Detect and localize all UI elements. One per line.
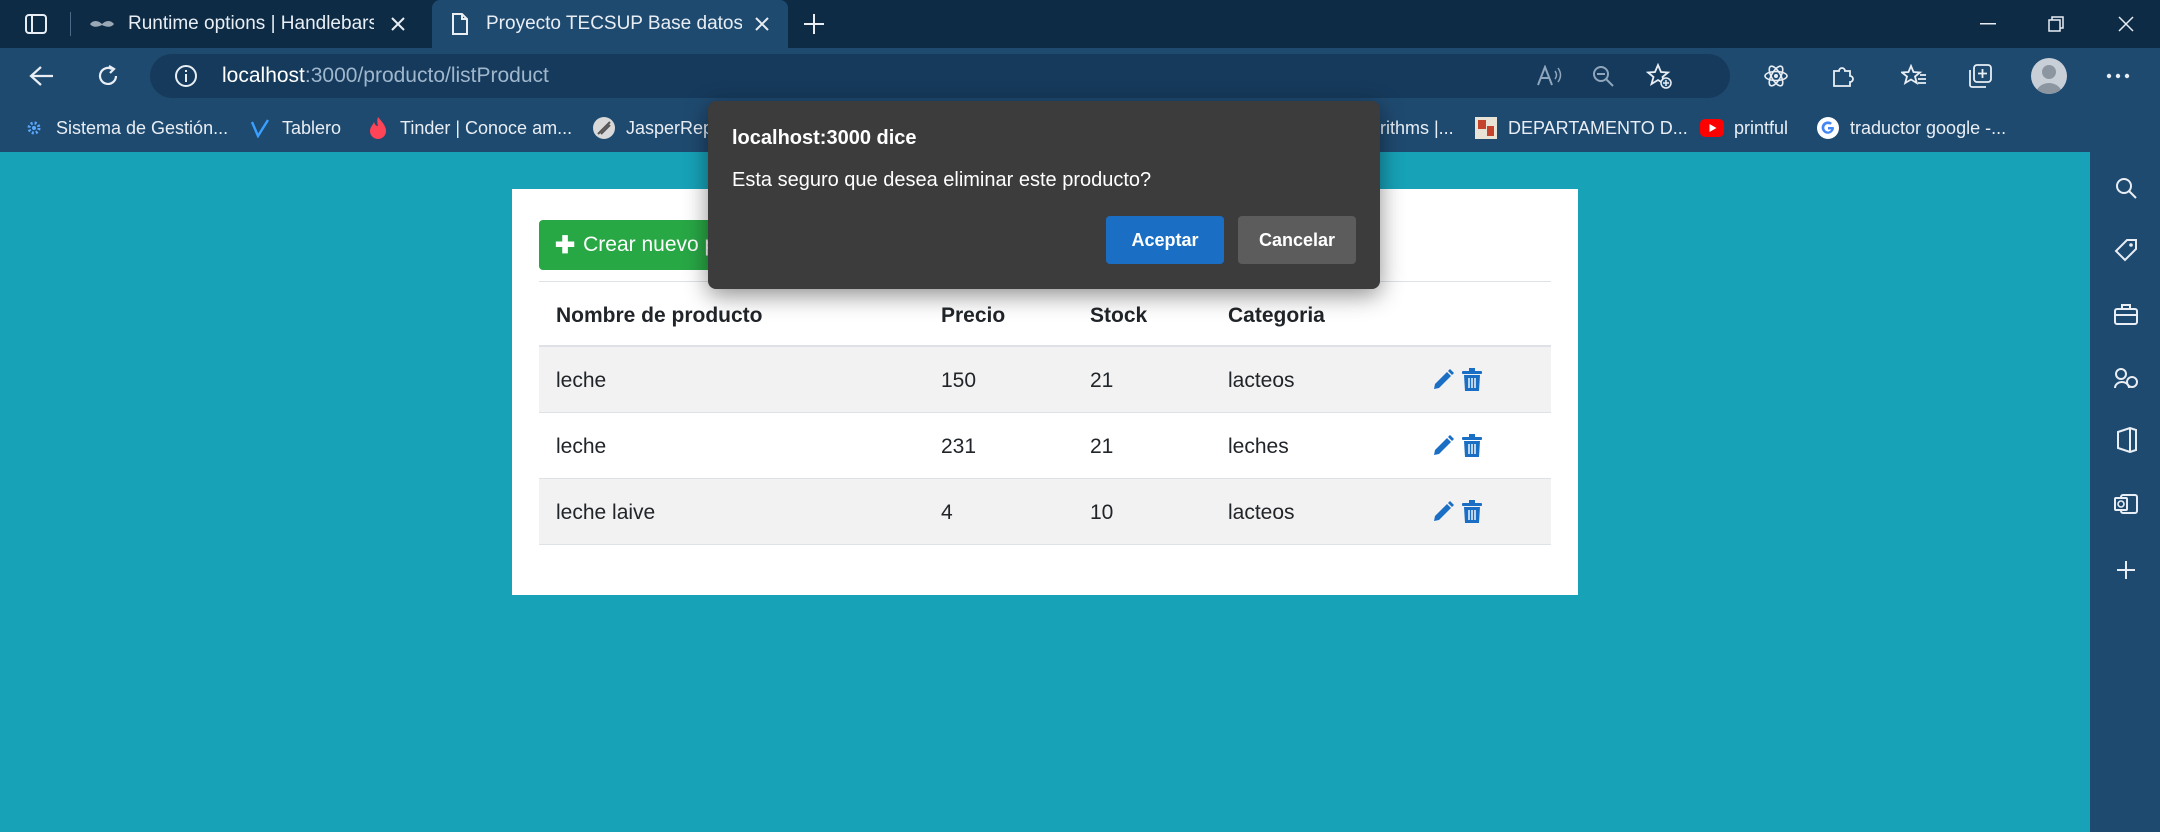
handlebars-mustache-icon bbox=[88, 18, 116, 30]
edit-pencil-icon[interactable] bbox=[1430, 367, 1456, 393]
google-icon bbox=[1816, 116, 1840, 140]
column-header-stock: Stock bbox=[1090, 304, 1148, 327]
office-icon[interactable] bbox=[2110, 424, 2142, 456]
tab-proyecto-tecsup[interactable]: Proyecto TECSUP Base datos ava bbox=[432, 0, 788, 48]
bookmark-label: rithms |... bbox=[1380, 117, 1454, 138]
games-icon[interactable] bbox=[2110, 362, 2142, 394]
dialog-title: localhost:3000 dice bbox=[732, 127, 917, 149]
close-icon[interactable] bbox=[750, 12, 774, 36]
table-row: leche 231 21 leches bbox=[539, 413, 1551, 479]
bookmark-item[interactable]: printful bbox=[1700, 114, 1788, 142]
url-path: :3000/producto/listProduct bbox=[304, 64, 549, 87]
title-bar: Runtime options | Handlebars Proyecto TE… bbox=[0, 0, 2160, 48]
column-header-category: Categoria bbox=[1228, 304, 1325, 327]
create-product-label: Crear nuevo p bbox=[583, 233, 717, 256]
close-window-icon[interactable] bbox=[2092, 0, 2160, 48]
bookmark-item[interactable]: Tablero bbox=[248, 114, 341, 142]
site-info-icon[interactable] bbox=[174, 64, 198, 88]
cell-stock: 21 bbox=[1090, 435, 1114, 458]
cell-category: lacteos bbox=[1228, 501, 1295, 524]
cell-name: leche bbox=[556, 435, 607, 458]
bookmark-label: JasperRep bbox=[626, 117, 714, 138]
vimeo-v-icon bbox=[248, 116, 272, 140]
cell-category: leches bbox=[1228, 435, 1289, 458]
extensions-icon[interactable] bbox=[1822, 58, 1862, 94]
jasper-icon bbox=[592, 116, 616, 140]
column-header-price: Precio bbox=[941, 304, 1006, 327]
dialog-message: Esta seguro que desea eliminar este prod… bbox=[732, 169, 1152, 191]
plus-icon: ✚ bbox=[555, 231, 576, 259]
bookmark-label: printful bbox=[1734, 117, 1789, 138]
read-aloud-icon[interactable] bbox=[1534, 62, 1564, 90]
bookmark-label: traductor google -... bbox=[1850, 117, 2007, 138]
toolbar: localhost:3000/producto/listProduct bbox=[0, 48, 2160, 104]
collections-icon[interactable] bbox=[1960, 58, 2000, 94]
edit-pencil-icon[interactable] bbox=[1430, 499, 1456, 525]
cell-category: lacteos bbox=[1228, 369, 1295, 392]
tab-title: Proyecto TECSUP Base datos ava bbox=[486, 13, 742, 34]
more-menu-icon[interactable] bbox=[2098, 58, 2138, 94]
react-devtools-icon[interactable] bbox=[1756, 58, 1796, 94]
new-tab-icon[interactable] bbox=[798, 8, 830, 40]
shopping-tag-icon[interactable] bbox=[2110, 234, 2142, 266]
outlook-icon[interactable] bbox=[2110, 488, 2142, 520]
tab-title: Runtime options | Handlebars bbox=[128, 13, 374, 34]
favorites-icon[interactable] bbox=[1894, 58, 1934, 94]
bookmark-item[interactable]: DEPARTAMENTO D... bbox=[1474, 114, 1688, 142]
trash-icon[interactable] bbox=[1459, 367, 1485, 393]
cell-name: leche laive bbox=[556, 501, 656, 524]
column-header-name: Nombre de producto bbox=[556, 304, 763, 327]
bookmark-item[interactable]: JasperRep bbox=[592, 114, 713, 142]
department-icon bbox=[1474, 116, 1498, 140]
url-host: localhost bbox=[222, 64, 305, 87]
table-header: Nombre de producto Precio Stock Categori… bbox=[539, 281, 1551, 347]
table-row: leche laive 4 10 lacteos bbox=[539, 479, 1551, 545]
accept-button[interactable]: Aceptar bbox=[1106, 216, 1224, 264]
tab-handlebars[interactable]: Runtime options | Handlebars bbox=[84, 0, 424, 48]
bookmark-label: Sistema de Gestión... bbox=[56, 117, 229, 138]
address-bar[interactable]: localhost:3000/producto/listProduct bbox=[150, 54, 1730, 98]
edge-sidebar bbox=[2090, 152, 2160, 832]
edit-pencil-icon[interactable] bbox=[1430, 433, 1456, 459]
gear-logo-icon bbox=[22, 116, 46, 140]
youtube-icon bbox=[1700, 116, 1724, 140]
bookmark-label: Tablero bbox=[282, 117, 342, 138]
add-sidebar-app-icon[interactable] bbox=[2110, 554, 2142, 586]
bookmark-item[interactable]: Sistema de Gestión... bbox=[22, 114, 228, 142]
cell-name: leche bbox=[556, 369, 607, 392]
search-icon[interactable] bbox=[2110, 172, 2142, 204]
tab-separator bbox=[70, 12, 71, 36]
table-row: leche 150 21 lacteos bbox=[539, 347, 1551, 413]
close-icon[interactable] bbox=[386, 12, 410, 36]
bookmark-item[interactable]: Tinder | Conoce am... bbox=[366, 114, 572, 142]
bookmark-label: Tinder | Conoce am... bbox=[400, 117, 573, 138]
bookmark-item[interactable]: rithms |... bbox=[1380, 114, 1454, 142]
trash-icon[interactable] bbox=[1459, 433, 1485, 459]
tab-actions-icon[interactable] bbox=[18, 10, 54, 38]
cell-stock: 10 bbox=[1090, 501, 1114, 524]
refresh-icon[interactable] bbox=[88, 58, 128, 94]
trash-icon[interactable] bbox=[1459, 499, 1485, 525]
minimize-icon[interactable] bbox=[1954, 0, 2022, 48]
tinder-flame-icon bbox=[366, 116, 390, 140]
profile-avatar[interactable] bbox=[2031, 58, 2067, 94]
cell-price: 4 bbox=[941, 501, 953, 524]
add-favorite-icon[interactable] bbox=[1644, 62, 1674, 90]
bookmark-item[interactable]: traductor google -... bbox=[1816, 114, 2006, 142]
url-text: localhost:3000/producto/listProduct bbox=[222, 64, 549, 88]
page-icon bbox=[446, 13, 474, 35]
cell-stock: 21 bbox=[1090, 369, 1114, 392]
cell-price: 150 bbox=[941, 369, 977, 392]
zoom-out-icon[interactable] bbox=[1588, 62, 1618, 90]
back-arrow-icon[interactable] bbox=[22, 58, 62, 94]
confirm-dialog: localhost:3000 dice Esta seguro que dese… bbox=[708, 101, 1380, 289]
bookmark-label: DEPARTAMENTO D... bbox=[1508, 117, 1688, 138]
cell-price: 231 bbox=[941, 435, 977, 458]
restore-icon[interactable] bbox=[2022, 0, 2090, 48]
tools-briefcase-icon[interactable] bbox=[2110, 298, 2142, 330]
cancel-button[interactable]: Cancelar bbox=[1238, 216, 1356, 264]
